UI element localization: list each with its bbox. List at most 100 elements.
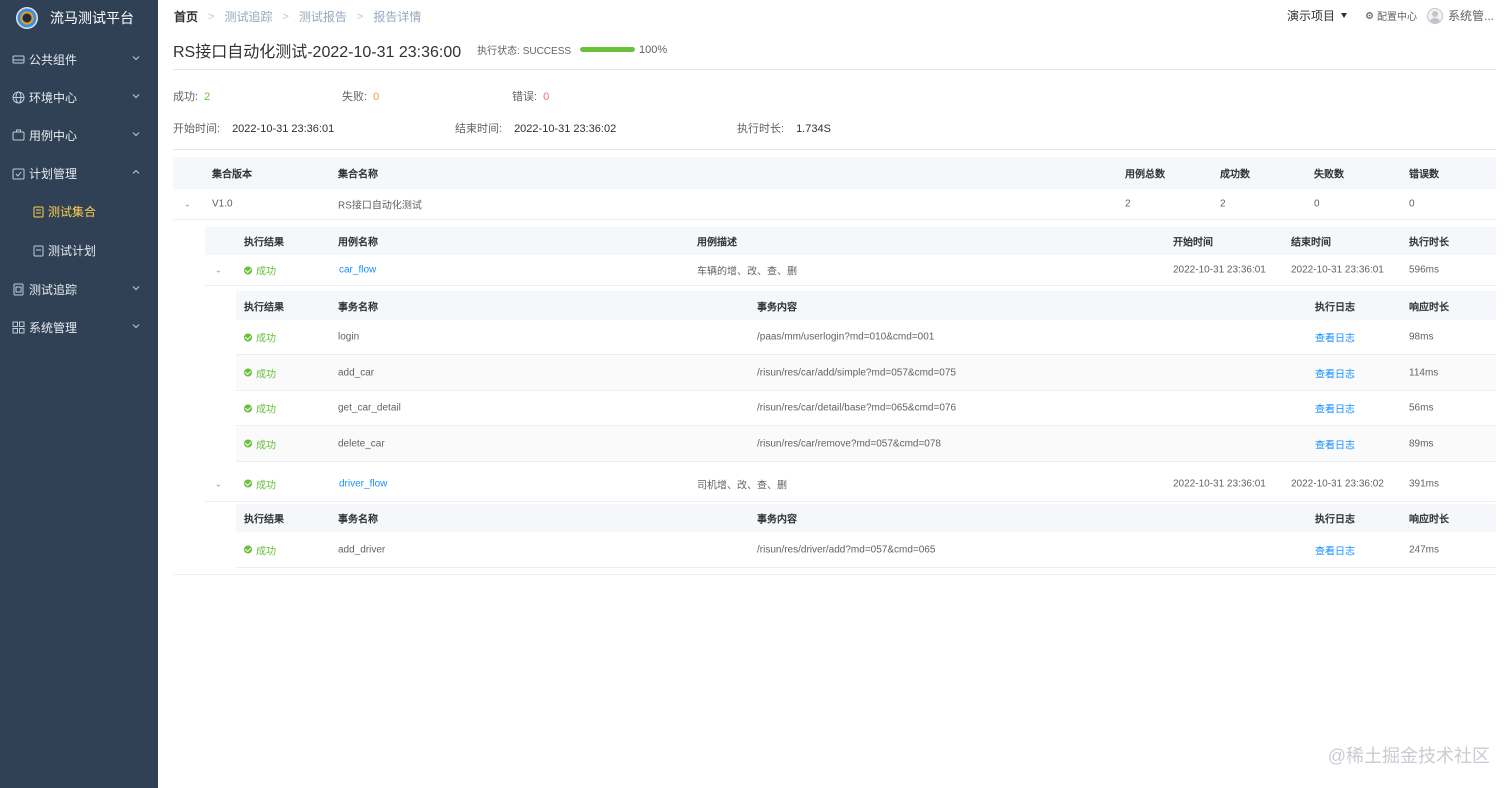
breadcrumb-separator-icon: > bbox=[282, 10, 289, 23]
stat-fail-label: 失败: bbox=[342, 91, 368, 103]
view-log-link[interactable]: 查看日志 bbox=[1315, 436, 1355, 451]
sidebar-item-system-management[interactable]: 系统管理 bbox=[0, 308, 158, 346]
transaction-table-header: 执行结果 事务名称 事务内容 执行日志 响应时长 bbox=[236, 504, 1496, 532]
success-check-icon bbox=[244, 479, 252, 488]
tx-header-name: 事务名称 bbox=[338, 514, 378, 526]
progress-fill bbox=[580, 47, 636, 52]
logo-icon bbox=[16, 7, 38, 29]
case-header-result: 执行结果 bbox=[244, 237, 284, 249]
breadcrumb-test-tracking[interactable]: 测试追踪 bbox=[224, 8, 272, 25]
tx-content: /paas/mm/userlogin?md=010&cmd=001 bbox=[757, 331, 935, 343]
tx-result: 成功 bbox=[244, 401, 276, 416]
case-table-header: 执行结果 用例名称 用例描述 开始时间 结束时间 执行时长 bbox=[205, 227, 1496, 255]
tx-header-content: 事务内容 bbox=[757, 302, 797, 313]
collapse-chevron-icon[interactable]: ⌄ bbox=[215, 479, 222, 488]
case-start: 2022-10-31 23:36:01 bbox=[1173, 264, 1266, 276]
view-log-link[interactable]: 查看日志 bbox=[1315, 365, 1355, 380]
gear-icon bbox=[1366, 12, 1373, 19]
stat-duration: 执行时长: 1.734S bbox=[737, 120, 831, 136]
success-check-icon bbox=[244, 368, 252, 377]
project-name: 演示项目 bbox=[1286, 9, 1335, 23]
progress-bar bbox=[580, 47, 636, 52]
header-right: 演示项目 配置中心 系统管... bbox=[1287, 7, 1494, 24]
breadcrumb-test-report[interactable]: 测试报告 bbox=[299, 8, 347, 25]
col-header-error: 错误数 bbox=[1409, 169, 1439, 181]
tx-header-name: 事务名称 bbox=[338, 302, 378, 313]
component-icon bbox=[12, 53, 25, 66]
stat-duration-label: 执行时长: bbox=[737, 123, 785, 135]
tx-result: 成功 bbox=[244, 542, 276, 557]
tx-content: /risun/res/car/detail/base?md=065&cmd=07… bbox=[757, 402, 957, 414]
collection-fail: 0 bbox=[1314, 198, 1320, 210]
tx-result: 成功 bbox=[244, 330, 276, 345]
case-header-name: 用例名称 bbox=[338, 237, 378, 249]
stat-success-label: 成功: bbox=[173, 91, 199, 103]
case-name-link[interactable]: car_flow bbox=[339, 265, 376, 276]
collection-version: V1.0 bbox=[212, 198, 233, 210]
stat-end-value: 2022-10-31 23:36:02 bbox=[514, 123, 617, 135]
stat-start-label: 开始时间: bbox=[173, 123, 221, 135]
collection-icon bbox=[32, 206, 44, 218]
calendar-icon bbox=[12, 167, 25, 180]
sidebar-item-test-tracking[interactable]: 测试追踪 bbox=[0, 270, 158, 308]
project-selector[interactable]: 演示项目 bbox=[1287, 7, 1347, 24]
case-header-duration: 执行时长 bbox=[1409, 237, 1449, 249]
case-name-link[interactable]: driver_flow bbox=[339, 478, 387, 489]
tx-time: 98ms bbox=[1409, 331, 1434, 343]
breadcrumb: 首页 > 测试追踪 > 测试报告 > 报告详情 bbox=[174, 8, 421, 25]
tx-time: 89ms bbox=[1409, 438, 1434, 449]
col-header-success: 成功数 bbox=[1220, 169, 1250, 181]
view-log-link[interactable]: 查看日志 bbox=[1315, 542, 1355, 557]
success-check-icon bbox=[244, 404, 252, 412]
case-end: 2022-10-31 23:36:02 bbox=[1291, 478, 1384, 489]
tx-header-time: 响应时长 bbox=[1409, 302, 1449, 313]
collapse-chevron-icon[interactable]: ⌄ bbox=[215, 266, 222, 275]
success-check-icon bbox=[244, 266, 252, 274]
chevron-down-icon bbox=[132, 284, 140, 292]
tx-name: login bbox=[338, 331, 360, 343]
breadcrumb-home[interactable]: 首页 bbox=[174, 8, 198, 25]
collection-table-header: 集合版本 集合名称 用例总数 成功数 失败数 错误数 bbox=[173, 157, 1496, 189]
success-check-icon bbox=[244, 439, 252, 448]
config-center-link[interactable]: 配置中心 bbox=[1365, 8, 1417, 23]
sidebar-item-cases[interactable]: 用例中心 bbox=[0, 116, 158, 154]
tx-name: delete_car bbox=[338, 438, 385, 449]
sidebar-subitem-test-plan[interactable]: 测试计划 bbox=[0, 231, 158, 270]
globe-icon bbox=[12, 91, 25, 104]
sidebar-item-label: 测试追踪 bbox=[29, 282, 78, 297]
sidebar-item-environment[interactable]: 环境中心 bbox=[0, 78, 158, 116]
collection-error: 0 bbox=[1409, 198, 1415, 210]
grid-icon bbox=[12, 321, 25, 334]
case-icon bbox=[12, 129, 25, 142]
case-row-car-flow: ⌄ 成功 car_flow 车辆的增、改、查、删 2022-10-31 23:3… bbox=[205, 255, 1496, 286]
stat-success-value: 2 bbox=[204, 91, 211, 103]
sidebar-item-label: 公共组件 bbox=[29, 52, 78, 67]
tx-content: /risun/res/car/remove?md=057&cmd=078 bbox=[757, 438, 941, 449]
view-log-link[interactable]: 查看日志 bbox=[1315, 401, 1355, 416]
collapse-chevron-icon[interactable]: ⌄ bbox=[184, 200, 191, 209]
view-log-link[interactable]: 查看日志 bbox=[1315, 330, 1355, 345]
top-header: 首页 > 测试追踪 > 测试报告 > 报告详情 演示项目 配置中心 系统管... bbox=[158, 0, 1512, 30]
logo[interactable]: 流马测试平台 bbox=[0, 0, 158, 36]
sidebar-item-common-components[interactable]: 公共组件 bbox=[0, 40, 158, 78]
case-result: 成功 bbox=[244, 476, 276, 491]
case-table: 执行结果 用例名称 用例描述 开始时间 结束时间 执行时长 ⌄ 成功 car_f… bbox=[205, 227, 1496, 568]
stat-error-label: 错误: bbox=[512, 91, 538, 103]
tx-name: add_driver bbox=[338, 544, 386, 555]
watermark: @稀土掘金技术社区 bbox=[1327, 746, 1490, 766]
tx-header-log: 执行日志 bbox=[1315, 514, 1355, 526]
tx-time: 247ms bbox=[1409, 544, 1440, 555]
case-duration: 596ms bbox=[1409, 264, 1440, 276]
main-content: RS接口自动化测试-2022-10-31 23:36:00 执行状态: SUCC… bbox=[173, 30, 1496, 575]
tx-header-log: 执行日志 bbox=[1315, 302, 1355, 313]
stat-error: 错误: 0 bbox=[512, 88, 549, 104]
user-menu[interactable]: 系统管... bbox=[1426, 7, 1494, 24]
config-center-label: 配置中心 bbox=[1376, 12, 1417, 23]
sidebar-item-label: 环境中心 bbox=[29, 90, 78, 105]
sidebar-item-plan-management[interactable]: 计划管理 bbox=[0, 154, 158, 192]
sidebar-subitem-test-collection[interactable]: 测试集合 bbox=[0, 192, 158, 231]
col-header-name: 集合名称 bbox=[338, 169, 378, 181]
col-header-total: 用例总数 bbox=[1125, 169, 1165, 181]
transaction-row: 成功 get_car_detail /risun/res/car/detail/… bbox=[236, 391, 1496, 426]
success-check-icon bbox=[244, 545, 252, 554]
